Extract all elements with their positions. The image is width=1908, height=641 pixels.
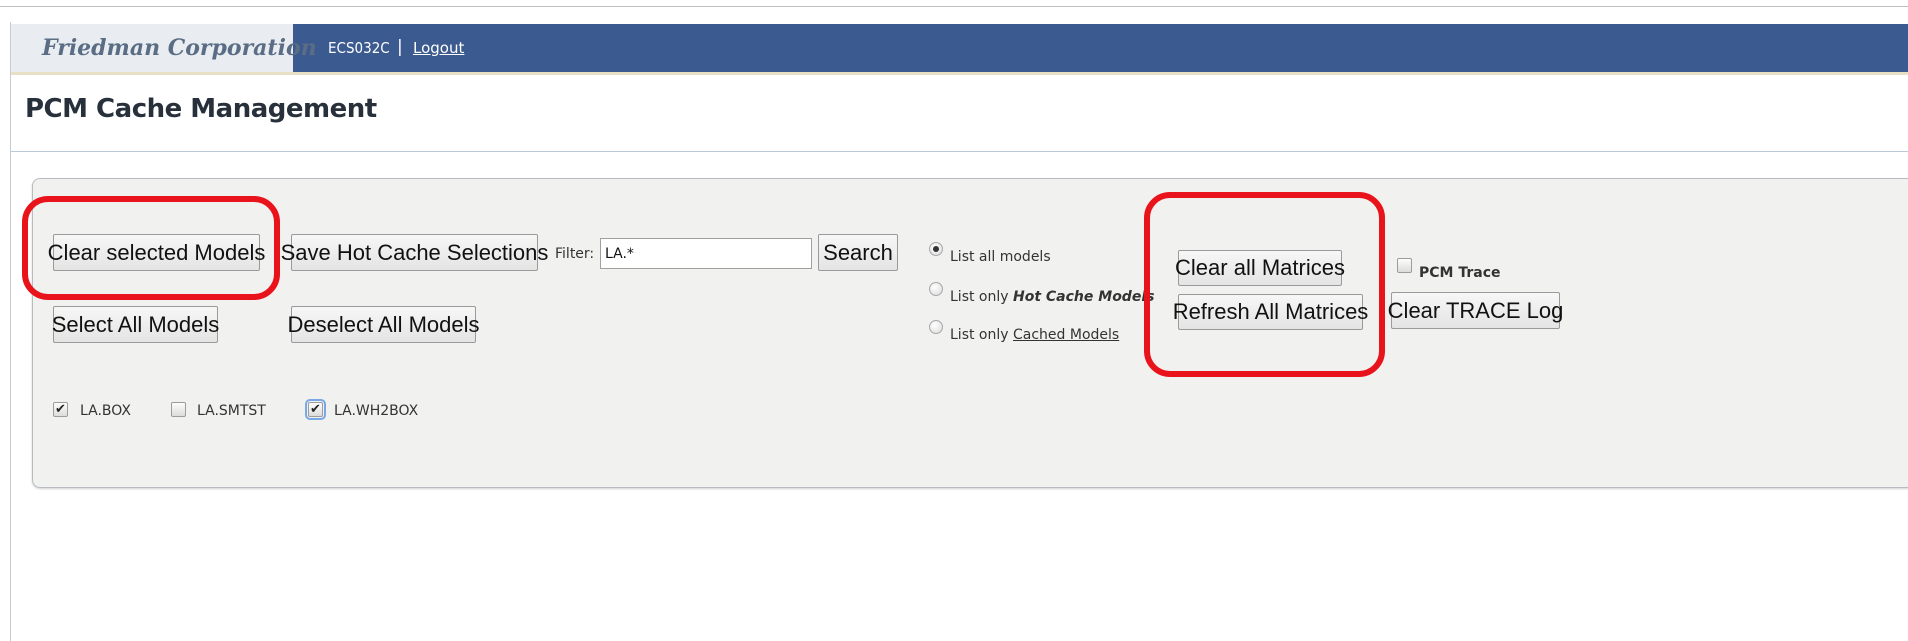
model-checkbox-la-wh2box[interactable]: ✔ — [305, 399, 326, 420]
save-hot-cache-button[interactable]: Save Hot Cache Selections — [281, 234, 548, 271]
pcm-trace-checkbox[interactable] — [1397, 258, 1412, 273]
pcm-trace-label: PCM Trace — [1419, 265, 1501, 281]
search-button[interactable]: Search — [818, 234, 898, 271]
model-checkbox-la-smtst[interactable] — [171, 402, 186, 417]
user-id: ECS032C — [328, 39, 390, 57]
top-divider — [0, 6, 1908, 7]
model-checkbox-la-box[interactable]: ✔ — [53, 402, 68, 417]
radio-label-prefix: List only — [950, 327, 1009, 343]
radio-label-prefix: List only — [950, 289, 1009, 305]
radio-label-list-all: List all models — [950, 249, 1051, 265]
cached-models-link[interactable]: Cached Models — [1013, 327, 1119, 343]
hot-cache-models-label: Hot Cache Models — [1013, 289, 1155, 305]
model-label-la-smtst: LA.SMTST — [197, 403, 266, 419]
radio-list-hot[interactable] — [929, 282, 943, 296]
filter-label: Filter: — [555, 246, 595, 262]
highlight-ring-matrices — [1144, 192, 1385, 377]
radio-list-cached[interactable] — [929, 320, 943, 334]
select-all-models-button[interactable]: Select All Models — [52, 306, 219, 343]
model-label-la-wh2box: LA.WH2BOX — [334, 403, 419, 419]
highlight-ring-clear-selected — [22, 196, 280, 300]
model-label-la-box: LA.BOX — [80, 403, 131, 419]
deselect-all-models-button[interactable]: Deselect All Models — [288, 306, 480, 343]
logout-link[interactable]: Logout — [413, 39, 464, 57]
page-title: PCM Cache Management — [25, 94, 377, 124]
header-separator: | — [397, 37, 403, 57]
filter-input[interactable] — [600, 238, 812, 269]
radio-label-list-hot: List only Hot Cache Models — [950, 289, 1154, 305]
clear-trace-log-button[interactable]: Clear TRACE Log — [1388, 292, 1563, 329]
company-name: Friedman Corporation — [42, 35, 317, 61]
radio-label-list-cached: List only Cached Models — [950, 327, 1119, 343]
radio-list-all[interactable] — [929, 242, 943, 256]
